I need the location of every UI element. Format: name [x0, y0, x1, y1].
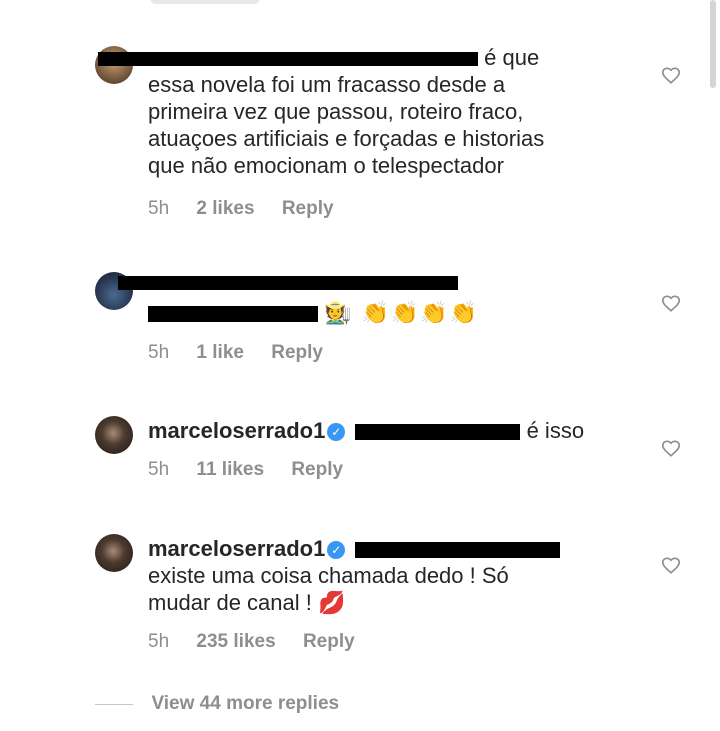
comment-text-line: que não emocionam o telespectador: [148, 153, 504, 178]
username[interactable]: marceloserrado1: [148, 418, 325, 443]
comment-body: 🧑‍🌾 👏👏👏👏: [118, 268, 618, 326]
likes-count[interactable]: 11 likes: [196, 459, 264, 480]
avatar[interactable]: [95, 534, 133, 572]
view-more-replies[interactable]: View 44 more replies: [95, 693, 339, 717]
likes-count[interactable]: 2 likes: [196, 198, 254, 219]
comment-first-line: é que: [98, 44, 618, 71]
username[interactable]: marceloserrado1: [148, 536, 325, 561]
comment-text-line: primeira vez que passou, roteiro fraco,: [148, 99, 524, 124]
comment-meta: 5h 1 like Reply: [148, 342, 345, 364]
comment-meta: 5h 235 likes Reply: [148, 631, 377, 653]
heart-icon[interactable]: [660, 292, 682, 314]
redacted-mention: [355, 542, 561, 559]
comment-text-line: mudar de canal ! 💋: [148, 590, 346, 615]
comment-time: 5h: [148, 459, 170, 480]
comment-second-line: 🧑‍🌾 👏👏👏👏: [148, 299, 618, 326]
redacted-mention: [355, 424, 521, 441]
scrollbar[interactable]: [710, 0, 716, 88]
comment-text-line: atuaçoes artificiais e forçadas e histor…: [148, 126, 545, 151]
comment-text-suffix: é que: [484, 45, 540, 70]
comment-first-line: marceloserrado1 ✓ é isso: [148, 417, 618, 444]
comment-first-line: [118, 268, 618, 295]
comment-body: marceloserrado1 ✓ existe uma coisa chamad…: [148, 535, 618, 616]
comment-time: 5h: [148, 631, 170, 652]
comment-time: 5h: [148, 342, 170, 363]
comment-meta: 5h 11 likes Reply: [148, 459, 365, 481]
heart-icon[interactable]: [660, 554, 682, 576]
verified-badge-icon: ✓: [327, 541, 346, 559]
emoji-text: 🧑‍🌾 👏👏👏👏: [324, 300, 480, 325]
reply-button[interactable]: Reply: [303, 631, 355, 652]
comment-first-line: marceloserrado1 ✓: [148, 535, 618, 562]
verified-badge-icon: ✓: [327, 423, 346, 441]
comment-meta: 5h 2 likes Reply: [148, 198, 356, 220]
redacted-mention: [148, 306, 318, 323]
redacted-username: [98, 52, 478, 67]
likes-count[interactable]: 235 likes: [196, 631, 275, 652]
heart-icon[interactable]: [660, 64, 682, 86]
comment-text-line: existe uma coisa chamada dedo ! Só: [148, 563, 509, 588]
comment-text-line: essa novela foi um fracasso desde a: [148, 72, 506, 97]
heart-icon[interactable]: [660, 437, 682, 459]
view-more-replies-label[interactable]: View 44 more replies: [151, 693, 339, 714]
reply-button[interactable]: Reply: [291, 459, 343, 480]
reply-button[interactable]: Reply: [271, 342, 323, 363]
comment-body: é que essa novela foi um fracasso desde …: [98, 44, 618, 179]
redacted-username: [118, 276, 458, 291]
divider-line: [95, 703, 133, 705]
comment-text-suffix: é isso: [526, 418, 585, 443]
avatar[interactable]: [95, 416, 133, 454]
comment-time: 5h: [148, 198, 170, 219]
previous-content-fade: [150, 0, 260, 4]
comment-body: marceloserrado1 ✓ é isso: [148, 417, 618, 444]
likes-count[interactable]: 1 like: [196, 342, 244, 363]
reply-button[interactable]: Reply: [282, 198, 334, 219]
